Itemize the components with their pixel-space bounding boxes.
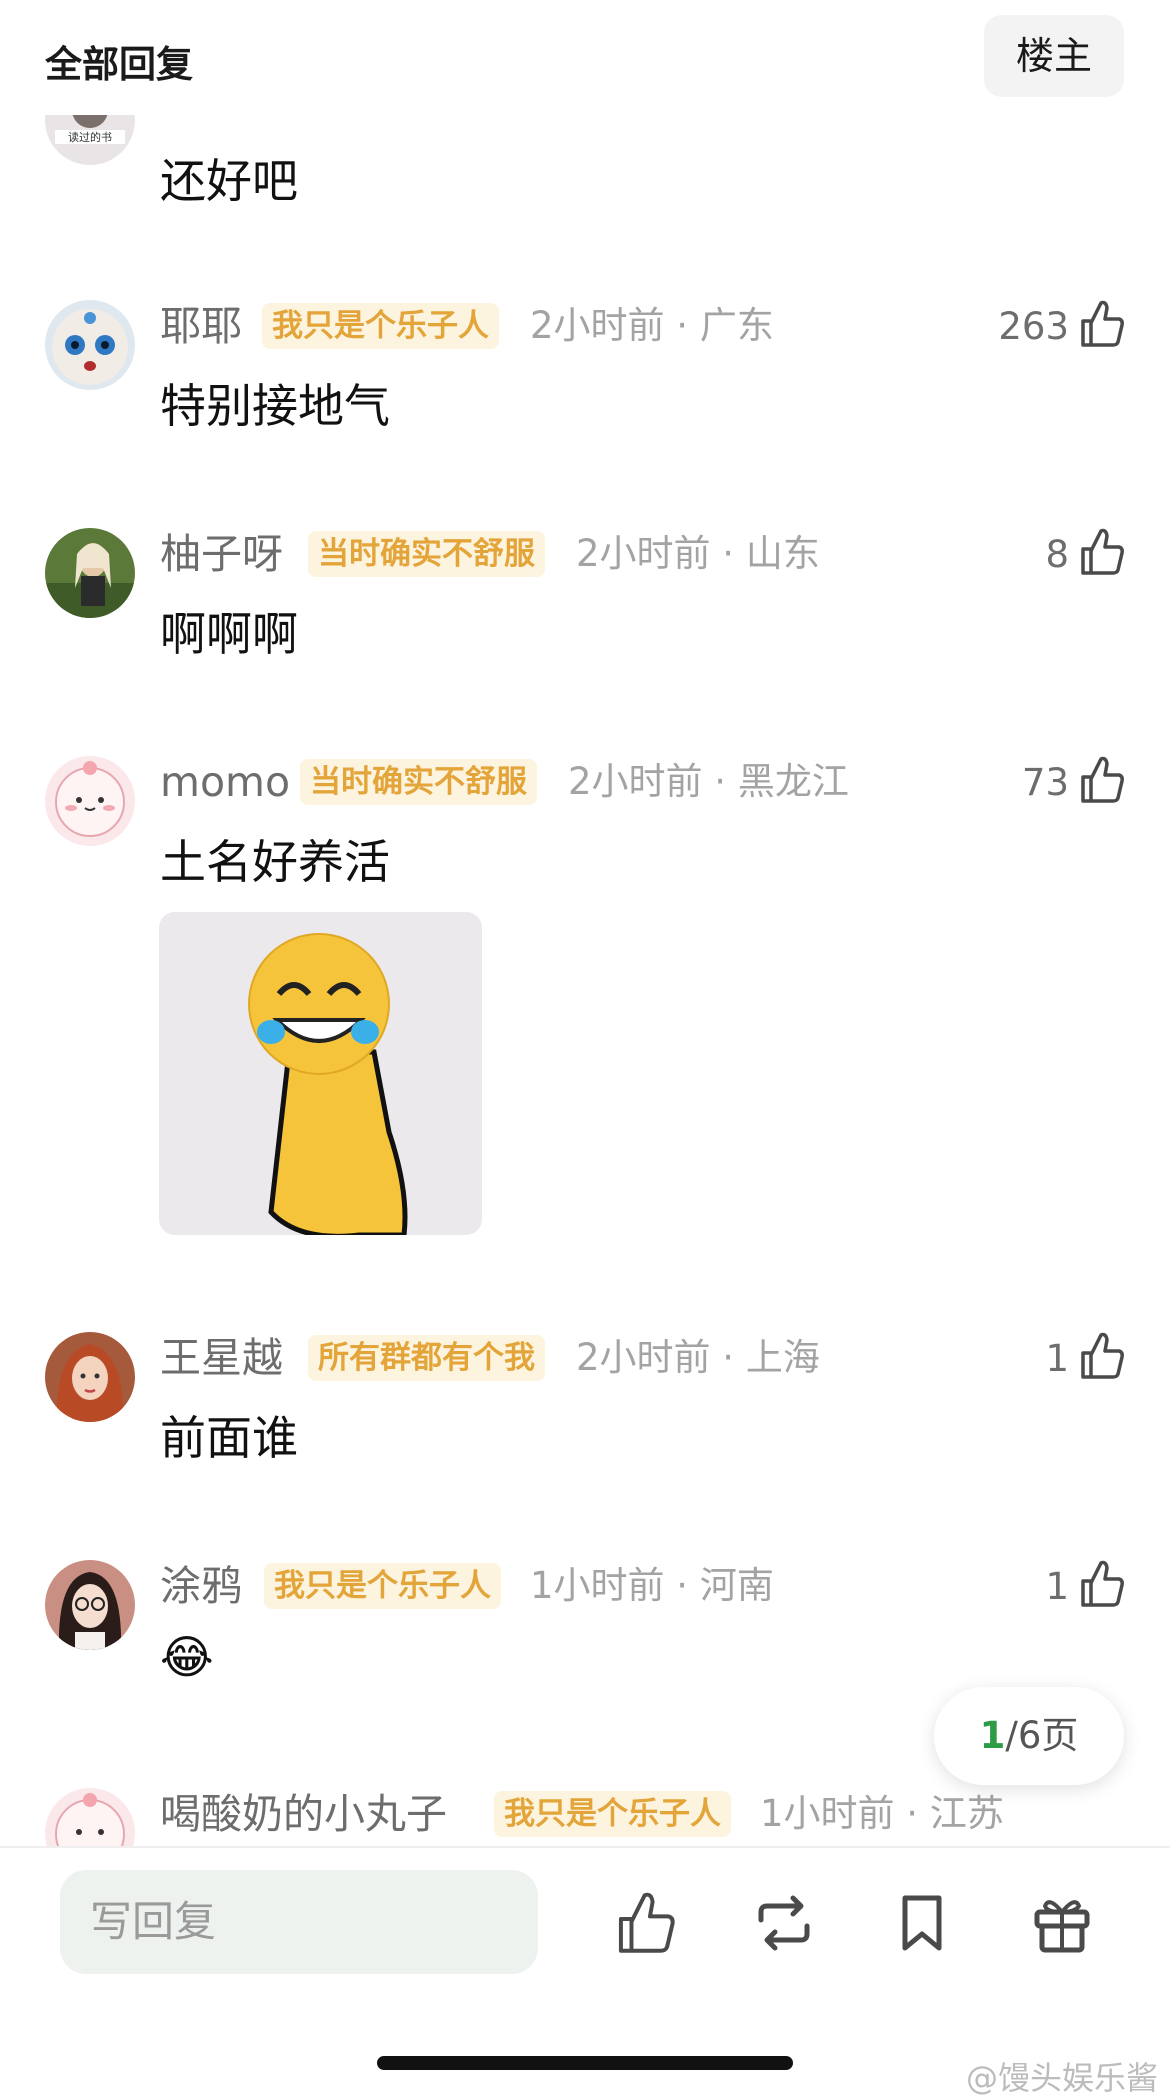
comment-meta: 2小时前 · 山东 (576, 532, 820, 575)
user-name[interactable]: 柚子呀 (160, 526, 283, 582)
like-count: 1 (1045, 1564, 1069, 1608)
thumb-up-icon[interactable] (1079, 1331, 1125, 1385)
comment-meta: 2小时前 · 广东 (530, 304, 774, 347)
user-badge: 我只是个乐子人 (264, 1563, 501, 1609)
bookmark-icon (902, 1895, 942, 1951)
like-control[interactable]: 1 (1045, 1558, 1125, 1614)
thumb-up-icon[interactable] (1079, 755, 1125, 809)
watermark: @馒头娱乐酱 (965, 2059, 1158, 2097)
like-count: 8 (1045, 532, 1069, 576)
avatar[interactable] (45, 528, 135, 618)
svg-text:读过的书: 读过的书 (68, 130, 112, 144)
repost-icon (758, 1895, 810, 1951)
thumb-up-icon[interactable] (1079, 527, 1125, 581)
comment-meta: 1小时前 · 河南 (530, 1564, 774, 1607)
avatar[interactable] (45, 1332, 135, 1422)
home-indicator (377, 2056, 793, 2070)
comment-meta: 2小时前 · 上海 (576, 1336, 820, 1379)
thumb-up-icon (618, 1892, 675, 1953)
thumb-up-icon[interactable] (1079, 299, 1125, 353)
user-name[interactable]: 王星越 (160, 1330, 283, 1386)
user-badge: 所有群都有个我 (308, 1335, 545, 1381)
comment-meta: 2小时前 · 黑龙江 (568, 760, 849, 803)
like-control[interactable]: 1 (1045, 1330, 1125, 1386)
current-page: 1 (979, 1714, 1006, 1757)
comment-text: 还好吧 (160, 154, 298, 208)
comment-text: 土名好养活 (160, 835, 390, 889)
user-badge: 我只是个乐子人 (494, 1791, 731, 1837)
comment-meta: 1小时前 · 江苏 (760, 1792, 1004, 1835)
user-name[interactable]: 涂鸦 (160, 1558, 242, 1614)
comment-text: 特别接地气 (160, 379, 390, 433)
bottom-action-bar: 写回复 @馒头娱乐酱 (0, 1846, 1170, 2099)
gift-button[interactable] (1029, 1890, 1095, 1956)
sticker-image[interactable] (159, 912, 482, 1235)
user-name[interactable]: 耶耶 (160, 298, 242, 354)
comment-text: 啊啊啊 (160, 607, 298, 661)
owner-only-button[interactable]: 楼主 (984, 15, 1124, 97)
user-badge: 我只是个乐子人 (262, 303, 499, 349)
gift-icon (1034, 1900, 1090, 1953)
thumb-up-icon[interactable] (1079, 1559, 1125, 1613)
user-badge: 当时确实不舒服 (308, 531, 545, 577)
total-pages: /6页 (1005, 1714, 1079, 1757)
like-control[interactable]: 73 (1022, 754, 1125, 810)
like-control[interactable]: 263 (998, 298, 1125, 354)
avatar[interactable] (45, 1560, 135, 1650)
page-title: 全部回复 (45, 43, 193, 86)
comment-text: 前面谁 (160, 1411, 298, 1465)
bookmark-button[interactable] (889, 1890, 955, 1956)
top-bar: 全部回复 楼主 (0, 0, 1170, 115)
like-count: 73 (1021, 760, 1069, 804)
reply-input[interactable]: 写回复 (60, 1870, 538, 1974)
avatar[interactable] (45, 756, 135, 846)
avatar[interactable] (45, 300, 135, 390)
like-control[interactable]: 8 (1045, 526, 1125, 582)
like-count: 1 (1045, 1336, 1069, 1380)
comment-text: 😂 (160, 1630, 214, 1684)
repost-button[interactable] (751, 1890, 817, 1956)
like-button[interactable] (613, 1890, 679, 1956)
page-indicator[interactable]: 1/6页 (934, 1687, 1124, 1785)
user-name[interactable]: momo (160, 754, 290, 810)
like-count: 263 (998, 304, 1069, 348)
user-name[interactable]: 喝酸奶的小丸子 (160, 1786, 447, 1842)
user-badge: 当时确实不舒服 (300, 759, 537, 805)
